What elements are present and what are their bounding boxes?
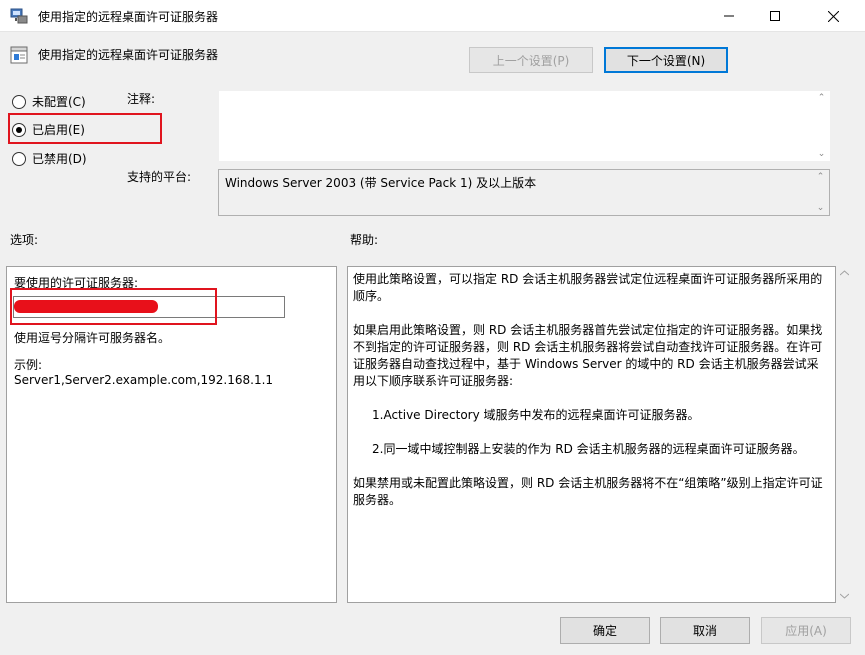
scroll-down-icon[interactable]: ⌄ — [817, 203, 825, 213]
server-hint: 使用逗号分隔许可服务器名。 — [14, 331, 171, 345]
disabled-option[interactable]: 已禁用(D) — [12, 150, 87, 167]
help-paragraph: 1.Active Directory 域服务中发布的远程桌面许可证服务器。 — [372, 408, 700, 422]
input-highlight — [10, 288, 217, 325]
scroll-down-icon[interactable]: ⌄ — [818, 149, 826, 159]
ok-button[interactable]: 确定 — [560, 617, 650, 644]
help-heading: 帮助: — [350, 233, 379, 247]
comment-scrollbar[interactable]: ⌃ ⌄ — [813, 91, 830, 161]
not-configured-option[interactable]: 未配置(C) — [12, 93, 86, 110]
not-configured-label: 未配置(C) — [32, 95, 86, 109]
scroll-up-icon[interactable]: ⌃ — [817, 172, 825, 182]
help-panel: 使用此策略设置，可以指定 RD 会话主机服务器尝试定位远程桌面许可证服务器所采用… — [347, 266, 836, 603]
platform-field: Windows Server 2003 (带 Service Pack 1) 及… — [218, 169, 830, 216]
apply-button[interactable]: 应用(A) — [761, 617, 851, 644]
platform-label: 支持的平台: — [127, 170, 192, 184]
platform-value: Windows Server 2003 (带 Service Pack 1) 及… — [225, 176, 537, 190]
help-paragraph: 使用此策略设置，可以指定 RD 会话主机服务器尝试定位远程桌面许可证服务器所采用… — [353, 272, 823, 303]
example-label: 示例: — [14, 358, 43, 372]
scroll-up-icon[interactable] — [840, 270, 849, 276]
scroll-down-icon[interactable] — [840, 593, 849, 599]
platform-scrollbar[interactable]: ⌃ ⌄ — [812, 170, 829, 215]
maximize-button[interactable] — [752, 0, 798, 32]
not-configured-radio[interactable] — [12, 94, 26, 109]
help-paragraph: 如果禁用或未配置此策略设置，则 RD 会话主机服务器将不在“组策略”级别上指定许… — [353, 476, 823, 507]
help-paragraph: 2.同一域中域控制器上安装的作为 RD 会话主机服务器的远程桌面许可证服务器。 — [372, 442, 805, 456]
minimize-button[interactable] — [706, 0, 752, 32]
help-paragraph: 如果启用此策略设置，则 RD 会话主机服务器首先尝试定位指定的许可证服务器。如果… — [353, 323, 823, 388]
setting-icon — [10, 46, 28, 64]
window-title: 使用指定的远程桌面许可证服务器 — [38, 10, 219, 24]
enabled-highlight — [8, 113, 162, 144]
scroll-up-icon[interactable]: ⌃ — [818, 93, 826, 103]
cancel-button[interactable]: 取消 — [660, 617, 750, 644]
previous-setting-button[interactable]: 上一个设置(P) — [469, 47, 593, 73]
comment-label: 注释: — [127, 92, 156, 106]
help-scrollbar[interactable] — [836, 266, 853, 603]
maximize-icon — [770, 11, 780, 21]
disabled-label: 已禁用(D) — [32, 152, 87, 166]
next-setting-button[interactable]: 下一个设置(N) — [604, 47, 728, 73]
minimize-icon — [724, 15, 734, 17]
example-value: Server1,Server2.example.com,192.168.1.1 — [14, 373, 274, 387]
disabled-radio[interactable] — [12, 151, 26, 166]
options-heading: 选项: — [10, 233, 39, 247]
title-bar: 使用指定的远程桌面许可证服务器 — [0, 0, 865, 32]
comment-field[interactable]: ⌃ ⌄ — [219, 91, 830, 161]
group-policy-icon — [10, 8, 28, 24]
close-icon — [827, 10, 839, 22]
setting-title: 使用指定的远程桌面许可证服务器 — [38, 48, 219, 62]
close-button[interactable] — [810, 0, 856, 32]
